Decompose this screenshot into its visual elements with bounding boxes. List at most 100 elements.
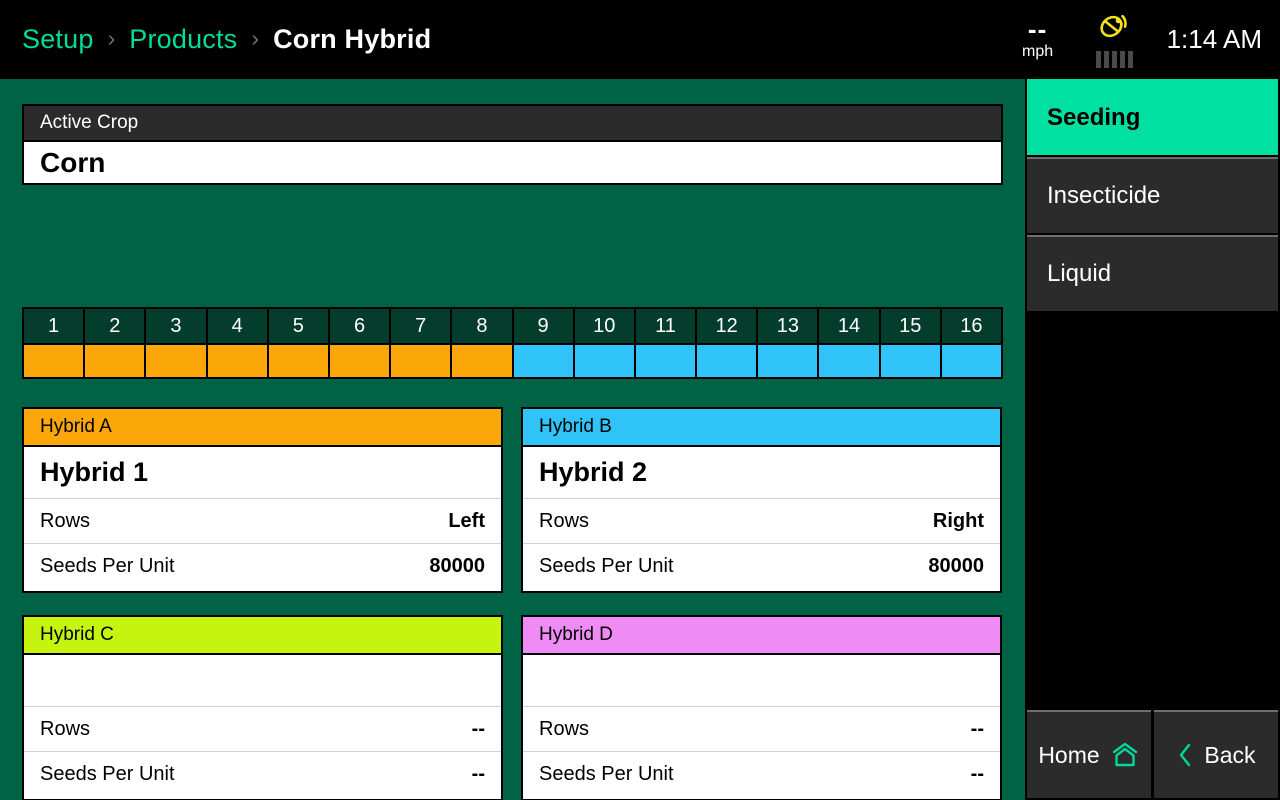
- breadcrumb-separator-icon: ›: [107, 25, 116, 51]
- row-cell[interactable]: 16: [941, 309, 1001, 377]
- right-sidebar: Seeding Insecticide Liquid Home Back: [1025, 79, 1280, 800]
- breadcrumb-item-products[interactable]: Products: [129, 24, 237, 55]
- breadcrumb: Setup › Products › Corn Hybrid: [22, 0, 431, 79]
- row-color-swatch: [697, 343, 757, 377]
- row-cell[interactable]: 4: [207, 309, 269, 377]
- top-status-bar: Setup › Products › Corn Hybrid -- mph 1:…: [0, 0, 1280, 79]
- row-color-swatch: [146, 343, 206, 377]
- gps-indicator: [1085, 11, 1145, 68]
- satellite-dish-icon: [1098, 11, 1132, 46]
- hybrid-a-seeds-value: 80000: [429, 555, 485, 577]
- clock-time: 1:14 AM: [1166, 24, 1262, 54]
- sidebar-item-label: Seeding: [1047, 104, 1141, 131]
- speed-indicator: -- mph: [1007, 16, 1069, 63]
- hybrid-b-rows-value: Right: [932, 509, 984, 532]
- hybrid-d-rows-value: --: [970, 717, 984, 740]
- gps-signal-bar: [1120, 51, 1126, 68]
- home-button[interactable]: Home: [1027, 710, 1151, 798]
- gps-signal-bars: [1096, 51, 1134, 68]
- row-color-swatch: [635, 343, 696, 377]
- hybrid-card-a[interactable]: Hybrid A Hybrid 1 Rows Left Seeds Per Unit 80…: [22, 407, 503, 593]
- row-cell[interactable]: 13: [758, 309, 820, 377]
- breadcrumb-item-current: Corn Hybrid: [273, 24, 432, 54]
- active-crop-value: Corn: [40, 146, 106, 178]
- hybrid-d-header: Hybrid D: [523, 617, 1000, 655]
- hybrid-d-name[interactable]: [523, 655, 1000, 707]
- row-cell[interactable]: 5: [268, 309, 330, 377]
- row-cell[interactable]: 8: [452, 309, 514, 377]
- back-button-label: Back: [1204, 741, 1256, 768]
- hybrid-a-rows-value: Left: [448, 509, 485, 532]
- hybrid-a-rows[interactable]: Rows Left: [24, 499, 501, 544]
- row-cell[interactable]: 6: [329, 309, 392, 377]
- hybrid-d-rows-label: Rows: [539, 717, 590, 740]
- gps-signal-bar: [1112, 51, 1118, 68]
- row-number-label: 9: [513, 309, 573, 343]
- row-number-label: 15: [880, 309, 940, 343]
- sidebar-bottom-bar: Home Back: [1025, 710, 1280, 800]
- hybrid-b-seeds-label: Seeds Per Unit: [539, 555, 674, 577]
- hybrid-b-seeds[interactable]: Seeds Per Unit 80000: [523, 544, 1000, 589]
- hybrid-a-rows-label: Rows: [40, 509, 91, 532]
- sidebar-item-liquid[interactable]: Liquid: [1027, 235, 1278, 311]
- row-number-label: 14: [819, 309, 879, 343]
- row-cell[interactable]: 3: [146, 309, 208, 377]
- hybrid-c-seeds-label: Seeds Per Unit: [40, 763, 175, 785]
- row-color-swatch: [941, 343, 1001, 377]
- row-color-swatch: [329, 343, 390, 377]
- sidebar-item-label: Insecticide: [1047, 182, 1161, 209]
- app-root: Setup › Products › Corn Hybrid -- mph 1:…: [0, 0, 1280, 800]
- row-cell[interactable]: 7: [391, 309, 453, 377]
- row-color-swatch: [452, 343, 512, 377]
- hybrid-c-rows-label: Rows: [40, 717, 91, 740]
- row-cell[interactable]: 11: [635, 309, 698, 377]
- row-number-label: 5: [268, 309, 328, 343]
- row-cell[interactable]: 2: [85, 309, 147, 377]
- row-cell[interactable]: 1: [24, 309, 86, 377]
- row-cell[interactable]: 10: [574, 309, 636, 377]
- row-number-label: 10: [574, 309, 634, 343]
- hybrid-c-header: Hybrid C: [24, 617, 501, 655]
- row-color-swatch: [819, 343, 879, 377]
- row-number-label: 7: [391, 309, 451, 343]
- hybrid-c-rows[interactable]: Rows --: [24, 707, 501, 752]
- hybrid-b-rows[interactable]: Rows Right: [523, 499, 1000, 544]
- hybrid-a-seeds[interactable]: Seeds Per Unit 80000: [24, 544, 501, 589]
- row-number-label: 13: [758, 309, 818, 343]
- row-cell[interactable]: 15: [880, 309, 942, 377]
- hybrid-a-seeds-label: Seeds Per Unit: [40, 555, 175, 577]
- active-crop-card[interactable]: Active Crop Corn: [22, 104, 1003, 185]
- hybrid-card-b[interactable]: Hybrid B Hybrid 2 Rows Right Seeds Per Unit 8…: [521, 407, 1002, 593]
- sidebar-item-label: Liquid: [1047, 260, 1112, 287]
- hybrid-a-name[interactable]: Hybrid 1: [24, 447, 501, 499]
- home-button-label: Home: [1038, 741, 1100, 768]
- row-number-label: 2: [85, 309, 145, 343]
- sidebar-item-seeding[interactable]: Seeding: [1027, 79, 1278, 155]
- hybrid-card-d[interactable]: Hybrid D Rows -- Seeds Per Unit --: [521, 615, 1002, 800]
- hybrid-c-seeds[interactable]: Seeds Per Unit --: [24, 752, 501, 797]
- active-crop-title: Active Crop: [24, 106, 1001, 142]
- breadcrumb-separator-icon: ›: [251, 25, 260, 51]
- row-number-label: 8: [452, 309, 512, 343]
- hybrid-b-name[interactable]: Hybrid 2: [523, 447, 1000, 499]
- row-number-label: 16: [941, 309, 1001, 343]
- row-cell[interactable]: 14: [819, 309, 881, 377]
- hybrid-d-rows[interactable]: Rows --: [523, 707, 1000, 752]
- hybrid-c-name[interactable]: [24, 655, 501, 707]
- hybrid-d-seeds[interactable]: Seeds Per Unit --: [523, 752, 1000, 797]
- row-number-label: 4: [207, 309, 267, 343]
- back-button[interactable]: Back: [1154, 710, 1278, 798]
- home-icon: [1110, 741, 1140, 769]
- row-color-swatch: [24, 343, 84, 377]
- hybrid-b-seeds-value: 80000: [928, 555, 984, 577]
- row-color-swatch: [758, 343, 818, 377]
- breadcrumb-item-setup[interactable]: Setup: [22, 24, 94, 55]
- row-cell[interactable]: 12: [697, 309, 759, 377]
- gps-signal-bar: [1096, 51, 1102, 68]
- row-cell[interactable]: 9: [513, 309, 575, 377]
- hybrid-b-rows-label: Rows: [539, 509, 590, 532]
- sidebar-item-insecticide[interactable]: Insecticide: [1027, 157, 1278, 233]
- row-number-label: 3: [146, 309, 206, 343]
- hybrid-card-c[interactable]: Hybrid C Rows -- Seeds Per Unit --: [22, 615, 503, 800]
- row-assignment-strip[interactable]: 1 2 3 4 5 6 7 8 9 10 11 12 13 14 15 16: [22, 307, 1003, 379]
